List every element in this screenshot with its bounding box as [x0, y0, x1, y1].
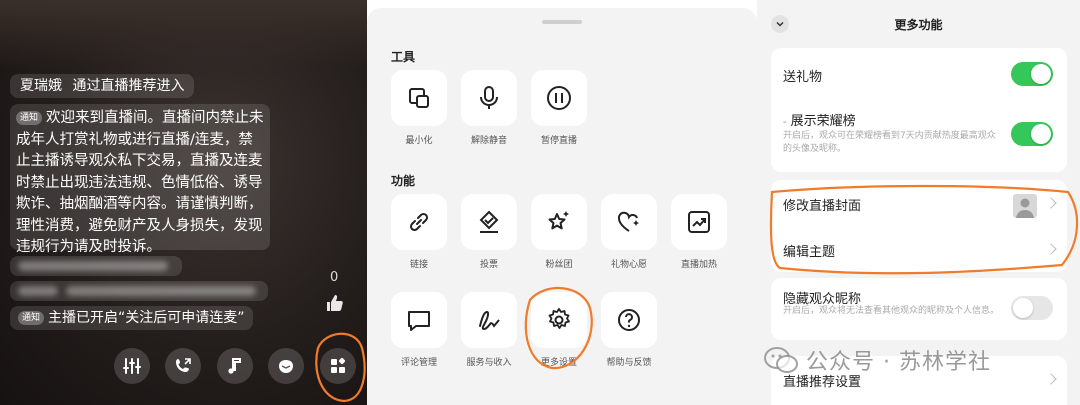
- link-icon: [409, 212, 429, 232]
- blurred-comment: [10, 256, 182, 276]
- music-button[interactable]: [217, 348, 253, 384]
- tile-label: 解除静音: [470, 136, 507, 146]
- more-settings-button[interactable]: 更多设置: [531, 292, 587, 368]
- minimize-icon: [409, 88, 429, 108]
- fan-club-star-icon: [548, 211, 569, 230]
- like-count: 0: [330, 270, 339, 285]
- edit-theme-label: 编辑主题: [783, 245, 836, 260]
- thumbs-up-icon[interactable]: [325, 293, 345, 313]
- wechat-logo-icon: [764, 347, 798, 373]
- tools-sheet: 工具 最小化 解除静音 暂停直播 功能 链接 投票 粉丝团 礼物心愿 直播加热 …: [367, 8, 757, 405]
- help-feedback-button[interactable]: 帮助与反馈: [601, 292, 657, 368]
- entry-message: 夏瑞娥 通过直播推荐进入: [10, 74, 195, 98]
- entry-text: 通过直播推荐进入: [72, 78, 185, 94]
- watermark: 公众号 · 苏林学社: [762, 342, 991, 378]
- gift-wish-button[interactable]: 礼物心愿: [601, 194, 657, 270]
- privacy-card: 隐藏观众昵称 开启后，观众将无法查看其他观众的昵称及个人信息。: [771, 278, 1067, 340]
- system-text: 主播已开启“关注后可申请连麦”: [48, 310, 245, 326]
- grid-more-icon: [331, 357, 346, 373]
- video-background: [0, 0, 367, 70]
- unmute-button[interactable]: 解除静音: [461, 70, 517, 146]
- honor-board-toggle[interactable]: [1011, 122, 1053, 146]
- co-host-call-icon: [176, 358, 191, 372]
- comment-management-button[interactable]: 评论管理: [391, 292, 447, 368]
- co-host-call-button[interactable]: [165, 348, 201, 384]
- edit-cover-label: 修改直播封面: [783, 199, 862, 214]
- entry-username: 夏瑞娥: [20, 78, 62, 94]
- more-functions-header: 更多功能: [757, 0, 1080, 48]
- tile-label: 礼物心愿: [610, 260, 647, 270]
- equalizer-icon: [123, 358, 141, 374]
- honor-board-description: 开启后，观众可在荣耀榜看到7天内贡献热度最高观众的头像及昵称。: [783, 131, 996, 154]
- system-tag: 通知: [18, 311, 45, 325]
- send-gift-label: 送礼物: [783, 70, 823, 85]
- service-income-button[interactable]: 服务与收入: [461, 292, 517, 368]
- drag-handle[interactable]: [542, 20, 582, 24]
- link-button[interactable]: 链接: [391, 194, 447, 270]
- minimize-button[interactable]: 最小化: [391, 70, 447, 146]
- tile-label: 更多设置: [540, 358, 577, 368]
- heart-wish-icon: [617, 211, 639, 232]
- send-gift-toggle[interactable]: [1011, 62, 1053, 86]
- more-tools-button[interactable]: [320, 348, 356, 384]
- chevron-right-icon: [1045, 243, 1057, 255]
- honor-board-label: - 展示荣耀榜: [783, 114, 856, 129]
- cover-theme-card: 修改直播封面 编辑主题: [771, 180, 1067, 272]
- pause-icon: [547, 86, 571, 110]
- equalizer-button[interactable]: [114, 348, 150, 384]
- pause-live-button[interactable]: 暂停直播: [531, 70, 587, 146]
- system-message: 通知 主播已开启“关注后可申请连麦”: [10, 306, 253, 330]
- panel-title: 更多功能: [894, 18, 943, 32]
- notice-text: 欢迎来到直播间。直播间内禁止未成年人打赏礼物或进行直播/连麦，禁止主播诱导观众私…: [16, 110, 264, 255]
- microphone-icon: [480, 86, 498, 109]
- tile-label: 直播加热: [680, 260, 717, 270]
- hide-nickname-toggle[interactable]: [1011, 296, 1053, 320]
- section-title-functions: 功能: [391, 174, 416, 188]
- tile-label: 暂停直播: [540, 136, 577, 146]
- tile-label: 粉丝团: [545, 260, 573, 270]
- gift-settings-card: 送礼物 - 展示荣耀榜 开启后，观众可在荣耀榜看到7天内贡献热度最高观众的头像及昵…: [771, 48, 1067, 172]
- gift-button[interactable]: [268, 348, 304, 384]
- cover-thumbnail: [1013, 194, 1037, 218]
- vote-button[interactable]: 投票: [461, 194, 517, 270]
- edit-cover-row[interactable]: 修改直播封面: [771, 180, 1067, 226]
- tile-label: 评论管理: [400, 358, 437, 368]
- comment-icon: [408, 311, 430, 331]
- hide-nickname-description: 开启后，观众将无法查看其他观众的昵称及个人信息。: [783, 306, 1000, 316]
- service-income-icon: [479, 310, 500, 331]
- notice-tag: 通知: [16, 111, 43, 125]
- gift-box-icon: [279, 360, 293, 373]
- tile-label: 最小化: [405, 136, 433, 146]
- tile-label: 链接: [409, 260, 428, 270]
- tile-label: 服务与收入: [466, 358, 512, 368]
- blurred-comment: [10, 281, 268, 301]
- watermark-text: 公众号 · 苏林学社: [806, 350, 991, 375]
- gear-icon: [548, 308, 570, 329]
- notice-message: 通知 欢迎来到直播间。直播间内禁止未成年人打赏礼物或进行直播/连麦，禁止主播诱导观…: [10, 104, 270, 255]
- help-icon: [618, 309, 640, 331]
- live-stream-view: 夏瑞娥 通过直播推荐进入 通知 欢迎来到直播间。直播间内禁止未成年人打赏礼物或进行…: [0, 0, 367, 405]
- chevron-right-icon: [1045, 373, 1057, 385]
- tile-label: 帮助与反馈: [606, 358, 652, 368]
- vote-icon: [479, 210, 499, 233]
- edit-theme-row[interactable]: 编辑主题: [771, 226, 1067, 272]
- trending-chart-icon: [688, 211, 710, 233]
- music-note-icon: [228, 358, 241, 374]
- boost-live-button[interactable]: 直播加热: [671, 194, 727, 270]
- chevron-right-icon: [1045, 197, 1057, 209]
- section-title-tools: 工具: [391, 50, 416, 64]
- tile-label: 投票: [479, 260, 498, 270]
- fan-club-button[interactable]: 粉丝团: [531, 194, 587, 270]
